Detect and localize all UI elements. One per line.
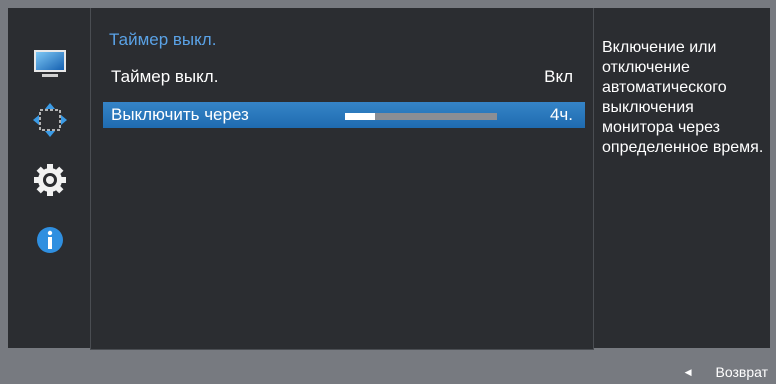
off-timer-slider[interactable]: [345, 113, 497, 120]
menu-item-label: Таймер выкл.: [111, 67, 219, 86]
menu-item-off-after[interactable]: Выключить через 4ч.: [103, 102, 585, 128]
menu-item-value: 4ч.: [549, 105, 573, 124]
gear-icon[interactable]: [32, 162, 68, 198]
back-button[interactable]: ◀ Возврат: [685, 364, 768, 380]
menu-item-label: Выключить через: [111, 105, 249, 124]
menu-item-value: Вкл: [544, 67, 573, 86]
monitor-icon[interactable]: [32, 46, 68, 82]
back-label: Возврат: [715, 364, 769, 380]
move-arrows-icon[interactable]: [32, 102, 68, 138]
menu-item-timer[interactable]: Таймер выкл. Вкл: [103, 64, 585, 90]
help-text: Включение или отключение автоматического…: [602, 39, 764, 156]
info-icon[interactable]: [32, 222, 68, 258]
left-rail: [8, 8, 92, 348]
left-triangle-icon: ◀: [684, 367, 692, 377]
bottom-bar: ◀ Возврат: [0, 350, 776, 384]
page-title: Таймер выкл.: [109, 30, 217, 49]
slider-fill: [345, 113, 376, 120]
menu-panel: Таймер выкл. Таймер выкл. Вкл Выключить …: [90, 8, 594, 350]
help-panel: Включение или отключение автоматического…: [594, 8, 770, 348]
